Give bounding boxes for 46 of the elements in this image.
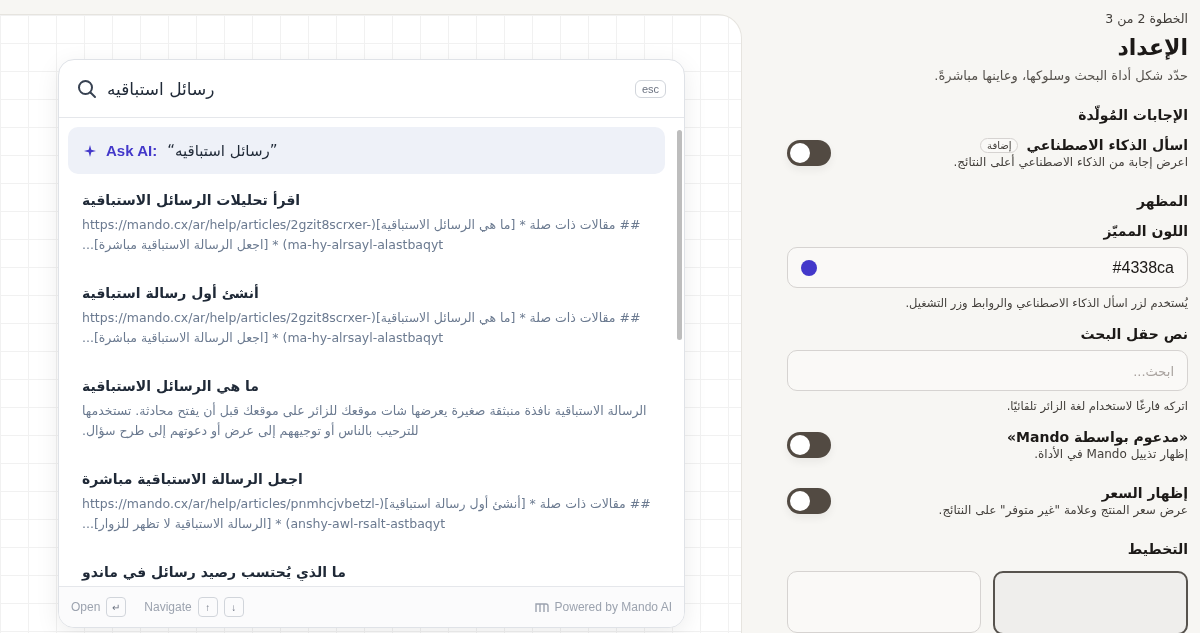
result-title[interactable]: أنشئ أول رسالة استباقية [82,285,651,301]
result-snippet: ## مقالات ذات صلة * [ما هي الرسائل الاستباقية](https://mando.cx/ar/help/articles/2gzit8scrxer-ma-hy-alrsayl-alastbaqyt) * [اجعل الرسالة الاستباقية مباشرة]... [82,216,642,255]
search-query[interactable]: رسائل استباقيه [107,78,625,99]
hint-label: Open [71,600,101,614]
result-snippet: ## مقالات ذات صلة * [أنشئ أول رسالة استباقية](https://mando.cx/ar/help/articles/pnmhcjvbetzl-anshy-awl-rsalt-astbaqyt) * [الرسالة الاستباقية لا تظهر للزوار]... [82,494,651,534]
key-hint: ↓ [223,597,244,617]
toggle-label: إظهار السعر [1101,485,1188,501]
color-field[interactable]: #4338ca [787,247,1188,288]
section-heading: الإجابات المُولّدة [1077,107,1188,123]
result-title[interactable]: اقرأ تحليلات الرسائل الاستباقية [82,192,651,208]
step-indicator: الخطوة 2 من 3 [1104,11,1188,26]
sparkle-icon [84,144,96,157]
ask-ai-label: Ask AI: [106,142,158,159]
toggle-description: اعرض إجابة من الذكاء الاصطناعي أعلى النتائج. [952,155,1188,169]
color-swatch[interactable] [801,259,817,276]
result-snippet: ## مقالات ذات صلة * [ما هي الرسائل الاستباقية](https://mando.cx/ar/help/articles/2gzit8scrxer-ma-hy-alrsayl-alastbaqyt) * [اجعل الرسالة الاستباقية مباشرة]... [82,309,642,348]
page-description: حدّد شكل أداة البحث وسلوكها، وعاينها مباشرةً. [933,68,1188,83]
hint-label: Navigate [144,600,192,614]
field-label: اللون المميّز [1102,223,1188,239]
esc-key[interactable]: esc [634,79,666,98]
layout-option[interactable] [992,571,1188,633]
key-hint: ↑ [197,597,218,617]
toggle-description: إظهار تذييل Mando في الأداة. [1033,447,1188,461]
logo-icon [534,602,549,612]
field-label: نص حقل البحث [1079,326,1188,342]
toggle-description: عرض سعر المنتج وعلامة "غير متوفر" على النتائج. [937,503,1188,517]
section-heading: التخطيط [1126,541,1188,557]
search-icon [77,78,97,99]
search-text-field[interactable]: ابحث... [787,350,1188,391]
result-snippet: الرسالة الاستباقية نافذة منبثقة صغيرة يعرضها شات موقعك للزائر على موقعك قبل أن يفتح محادثة. تستخدمها للترحيب بالناس أو توجيههم إلى عرض أو دعوتهم إلى طرح سؤال. [82,401,648,441]
addon-badge: إضافة [980,137,1019,153]
section-heading: المظهر [1135,193,1188,209]
result-title[interactable]: اجعل الرسالة الاستباقية مباشرة [82,471,651,487]
toggle-switch[interactable] [787,488,831,514]
field-hint: يُستخدم لزر اسأل الذكاء الاصطناعي والروابط وزر التشغيل. [904,296,1188,310]
ask-ai-query: “رسائل استباقيه” [167,141,278,160]
toggle-label: اسأل الذكاء الاصطناعي [1026,137,1188,153]
field-hint: اتركه فارغًا لاستخدام لغة الزائر تلقائيًا. [1005,399,1188,413]
result-title[interactable]: ما هي الرسائل الاستباقية [82,378,651,394]
toggle-switch[interactable] [787,140,831,166]
result-title[interactable]: ما الذي يُحتسب رصيد رسائل في ماندو [82,564,651,580]
page-title: الإعداد [1116,35,1188,60]
toggle-switch[interactable] [787,432,831,458]
key-hint: ↵ [106,597,127,617]
toggle-label: «مدعوم بواسطة Mando» [1007,429,1188,445]
scrollbar-thumb[interactable] [677,130,682,340]
